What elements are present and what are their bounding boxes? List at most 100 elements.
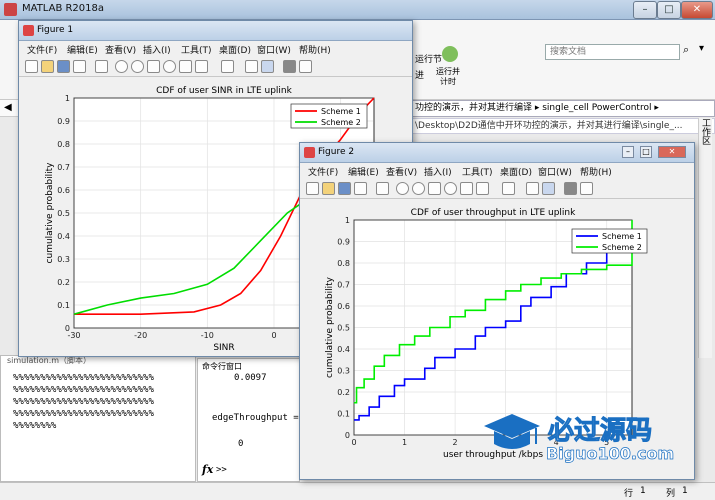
save-icon[interactable] <box>338 182 351 195</box>
y-axis-label: cumulative probability <box>325 276 335 378</box>
figure-2-maximize-button[interactable]: □ <box>640 146 652 158</box>
y-tick-label: 0.4 <box>337 345 350 354</box>
new-figure-icon[interactable] <box>306 182 319 195</box>
chart-title: CDF of user SINR in LTE uplink <box>156 86 293 96</box>
zoom-out-icon[interactable] <box>131 60 144 73</box>
link-plot-icon[interactable] <box>221 60 234 73</box>
figure-2-title-bar: Figure 2 – □ ✕ <box>300 143 694 163</box>
menu-help[interactable]: 帮助(H) <box>299 43 331 56</box>
colorbar-icon[interactable] <box>245 60 258 73</box>
y-tick-label: 0.6 <box>57 186 70 195</box>
legend-label: Scheme 1 <box>321 107 361 116</box>
menu-view[interactable]: 查看(V) <box>105 43 136 56</box>
figure-1-title: Figure 1 <box>37 25 74 35</box>
menu-view[interactable]: 查看(V) <box>386 165 417 178</box>
colorbar-icon[interactable] <box>526 182 539 195</box>
back-icon[interactable]: ◀ <box>4 102 12 113</box>
select-arrow-icon[interactable] <box>376 182 389 195</box>
ribbon-run-timed-label-2[interactable]: 计时 <box>440 76 456 87</box>
menu-edit[interactable]: 编辑(E) <box>348 165 379 178</box>
hash-line: %%%%%%%%%%%%%%%%%%%%%%%%%% <box>13 397 154 407</box>
save-icon[interactable] <box>57 60 70 73</box>
y-tick-label: 1 <box>345 216 350 225</box>
link-plot-icon[interactable] <box>502 182 515 195</box>
show-plot-tools-icon[interactable] <box>299 60 312 73</box>
cmd-value-1: 0.0097 <box>234 373 267 383</box>
hash-line: %%%%%%%%%%%%%%%%%%%%%%%%%% <box>13 385 154 395</box>
y-tick-label: 0.1 <box>337 410 350 419</box>
status-bar: 行 1 列 1 <box>0 482 715 500</box>
script-panel: simulation.m（脚本） %%%%%%%%%%%%%%%%%%%%%%%… <box>0 355 196 482</box>
brush-icon[interactable] <box>476 182 489 195</box>
menu-window[interactable]: 窗口(W) <box>257 43 291 56</box>
x-tick-label: 1 <box>402 438 407 447</box>
menu-help[interactable]: 帮助(H) <box>580 165 612 178</box>
maximize-button[interactable]: □ <box>657 1 681 19</box>
new-figure-icon[interactable] <box>25 60 38 73</box>
menu-file[interactable]: 文件(F) <box>308 165 338 178</box>
menu-desktop[interactable]: 桌面(D) <box>219 43 251 56</box>
rotate-icon[interactable] <box>444 182 457 195</box>
status-row-label: 行 <box>624 489 634 499</box>
close-button[interactable]: ✕ <box>681 1 713 19</box>
x-axis-label: SINR <box>213 343 234 353</box>
menu-file[interactable]: 文件(F) <box>27 43 57 56</box>
dropdown-icon[interactable]: ▾ <box>699 43 704 54</box>
legend-label: Scheme 2 <box>602 243 642 252</box>
hide-plot-tools-icon[interactable] <box>564 182 577 195</box>
menu-edit[interactable]: 编辑(E) <box>67 43 98 56</box>
legend-icon[interactable] <box>261 60 274 73</box>
zoom-in-icon[interactable] <box>396 182 409 195</box>
hash-line: %%%%%%%%%%%%%%%%%%%%%%%%%% <box>13 409 154 419</box>
hide-plot-tools-icon[interactable] <box>283 60 296 73</box>
menu-tools[interactable]: 工具(T) <box>462 165 493 178</box>
command-window[interactable]: 命令行窗口 0.0097 edgeThroughput = 0 fx >> <box>197 358 300 482</box>
rotate-icon[interactable] <box>163 60 176 73</box>
fx-icon[interactable]: fx <box>202 463 213 476</box>
editor-path: \Desktop\D2D通信中开环功控的演示，并对其进行编译\single_..… <box>410 118 715 134</box>
menu-insert[interactable]: 插入(I) <box>424 165 452 178</box>
zoom-out-icon[interactable] <box>412 182 425 195</box>
figure-2-toolbar <box>300 179 694 199</box>
menu-tools[interactable]: 工具(T) <box>181 43 212 56</box>
y-tick-label: 0.7 <box>337 281 350 290</box>
open-file-icon[interactable] <box>322 182 335 195</box>
chart-title: CDF of user throughput in LTE uplink <box>411 208 576 218</box>
zoom-in-icon[interactable] <box>115 60 128 73</box>
datacursor-icon[interactable] <box>460 182 473 195</box>
workspace-tab[interactable]: 工作区 <box>698 118 712 358</box>
y-tick-label: 0.7 <box>57 163 70 172</box>
matlab-logo-icon <box>4 3 17 16</box>
legend-icon[interactable] <box>542 182 555 195</box>
menu-desktop[interactable]: 桌面(D) <box>500 165 532 178</box>
pan-icon[interactable] <box>147 60 160 73</box>
watermark-text-url: Biguo100.com <box>546 444 675 464</box>
ribbon-advance-label[interactable]: 进 <box>415 68 424 81</box>
datacursor-icon[interactable] <box>179 60 192 73</box>
print-icon[interactable] <box>354 182 367 195</box>
figure-2-close-button[interactable]: ✕ <box>658 146 686 158</box>
print-icon[interactable] <box>73 60 86 73</box>
select-arrow-icon[interactable] <box>95 60 108 73</box>
menu-window[interactable]: 窗口(W) <box>538 165 572 178</box>
figure-1-menu: 文件(F) 编辑(E) 查看(V) 插入(I) 工具(T) 桌面(D) 窗口(W… <box>19 41 412 57</box>
run-timed-icon[interactable] <box>442 46 458 62</box>
pan-icon[interactable] <box>428 182 441 195</box>
search-icon[interactable]: ⌕ <box>683 43 689 57</box>
menu-insert[interactable]: 插入(I) <box>143 43 171 56</box>
command-prompt[interactable]: >> <box>216 465 227 475</box>
brush-icon[interactable] <box>195 60 208 73</box>
ribbon-run-section-label[interactable]: 运行节 <box>415 52 442 65</box>
open-file-icon[interactable] <box>41 60 54 73</box>
figure-2-minimize-button[interactable]: – <box>622 146 634 158</box>
minimize-button[interactable]: – <box>633 1 657 19</box>
y-tick-label: 0 <box>345 431 350 440</box>
show-plot-tools-icon[interactable] <box>580 182 593 195</box>
search-input[interactable]: 搜索文档 <box>545 44 680 60</box>
y-tick-label: 0.5 <box>337 324 350 333</box>
figure-icon <box>304 147 315 158</box>
address-bar[interactable]: 功控的演示，并对其进行编译 ▸ single_cell PowerControl… <box>410 100 715 117</box>
y-tick-label: 0.6 <box>337 302 350 311</box>
y-tick-label: 0.4 <box>57 232 70 241</box>
x-tick-label: -10 <box>201 331 214 340</box>
